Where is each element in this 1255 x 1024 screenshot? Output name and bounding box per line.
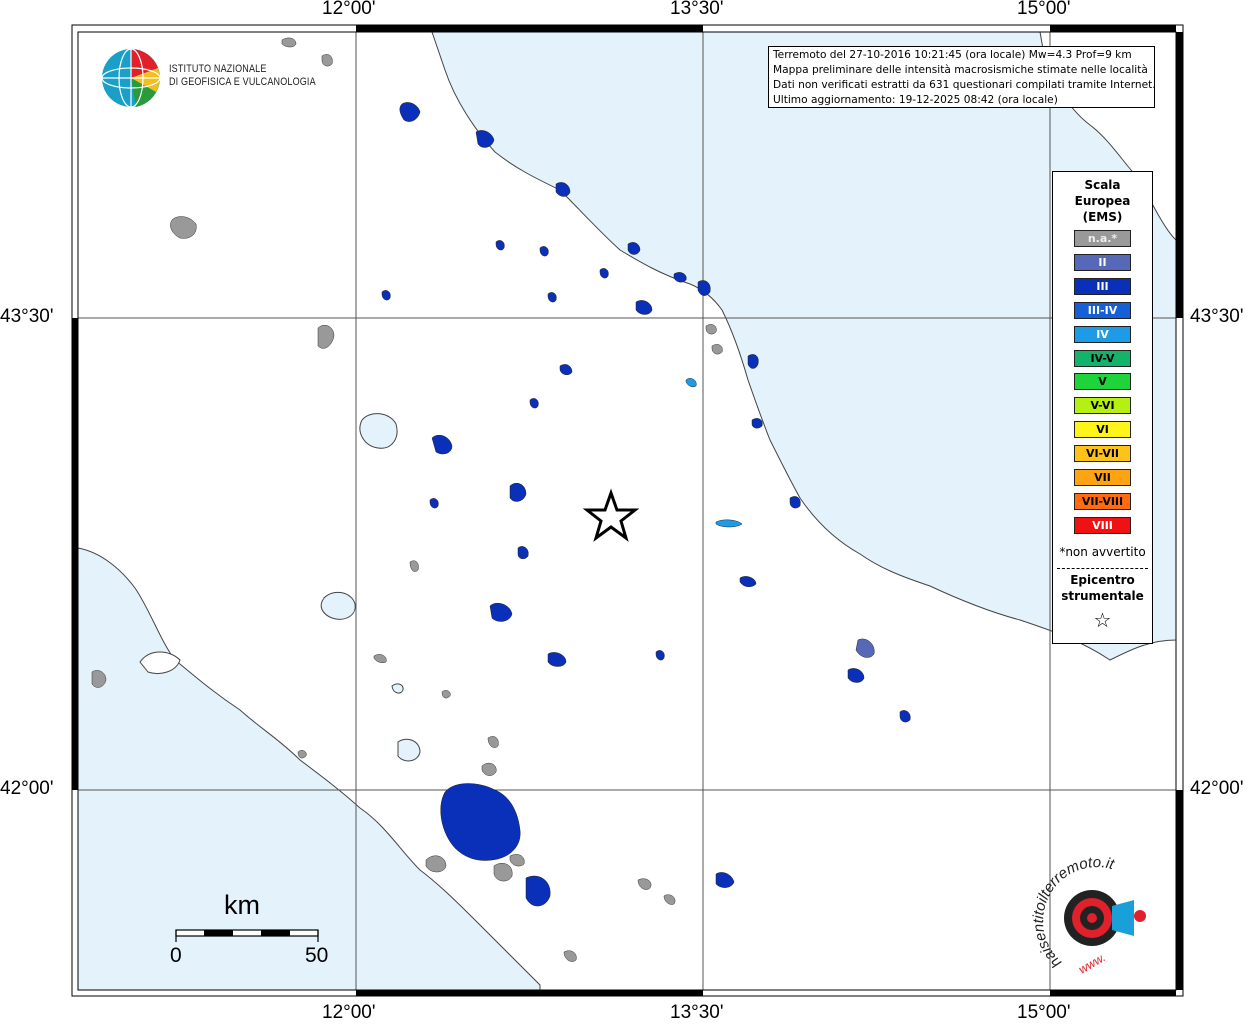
legend-item-8: VI (1074, 421, 1131, 439)
scale-unit-label: km (224, 890, 260, 920)
legend-item-11: VII-VIII (1074, 492, 1131, 510)
legend-item-1: II (1074, 253, 1131, 271)
legend-note: *non avvertito (1059, 545, 1146, 559)
info-line-4: Ultimo aggiornamento: 19-12-2025 08:42 (… (773, 94, 1058, 106)
legend-item-12: VIII (1074, 516, 1131, 534)
lat-label-right-2: 42°00' (1190, 778, 1244, 799)
legend-item-0: n.a.* (1074, 230, 1131, 247)
institute-name: ISTITUTO NAZIONALE DI GEOFISICA E VULCANO… (169, 63, 316, 88)
scale-start-label: 0 (170, 944, 182, 967)
legend-epicenter-label: Epicentro strumentale (1061, 573, 1144, 603)
earthquake-info-box: Terremoto del 27-10-2016 10:21:45 (ora l… (768, 46, 1155, 108)
lake-bracciano (397, 738, 421, 762)
lat-label-left-2: 42°00' (0, 778, 54, 799)
hsit-logo-icon: haisentitoilterremoto.it www. (1030, 854, 1146, 977)
lon-label-bottom-2: 13°30' (670, 1002, 724, 1023)
legend-item-6: V (1074, 373, 1131, 391)
lat-label-right-1: 43°30' (1190, 306, 1244, 327)
lon-label-top-3: 15°00' (1017, 0, 1071, 19)
scale-end-label: 50 (305, 944, 329, 967)
info-line-2: Mappa preliminare delle intensità macros… (773, 64, 1148, 76)
lon-label-bottom-1: 12°00' (322, 1002, 376, 1023)
lon-label-top-1: 12°00' (322, 0, 376, 19)
legend-item-10: VII (1074, 469, 1131, 486)
lake-bolsena (320, 591, 356, 620)
star-icon: ☆ (1093, 608, 1112, 632)
legend-item-3: III-IV (1074, 301, 1131, 319)
legend-item-5: IV-V (1074, 349, 1131, 367)
info-line-3: Dati non verificati estratti da 631 ques… (773, 79, 1155, 91)
info-line-1: Terremoto del 27-10-2016 10:21:45 (ora l… (773, 49, 1132, 61)
lon-label-top-2: 13°30' (670, 0, 724, 19)
lon-label-bottom-3: 15°00' (1017, 1002, 1071, 1023)
legend-divider (1057, 568, 1148, 569)
legend-item-2: III (1074, 277, 1131, 295)
intensity-legend: Scala Europea (EMS) n.a.* II III III-IV IV IV… (1052, 171, 1153, 644)
legend-item-9: VI-VII (1074, 445, 1131, 463)
legend-title: Scala Europea (EMS) (1074, 178, 1131, 224)
svg-text:www.: www. (1076, 950, 1108, 976)
legend-item-7: V-VI (1074, 397, 1131, 415)
lat-label-left-1: 43°30' (0, 306, 54, 327)
legend-item-4: IV (1074, 325, 1131, 343)
